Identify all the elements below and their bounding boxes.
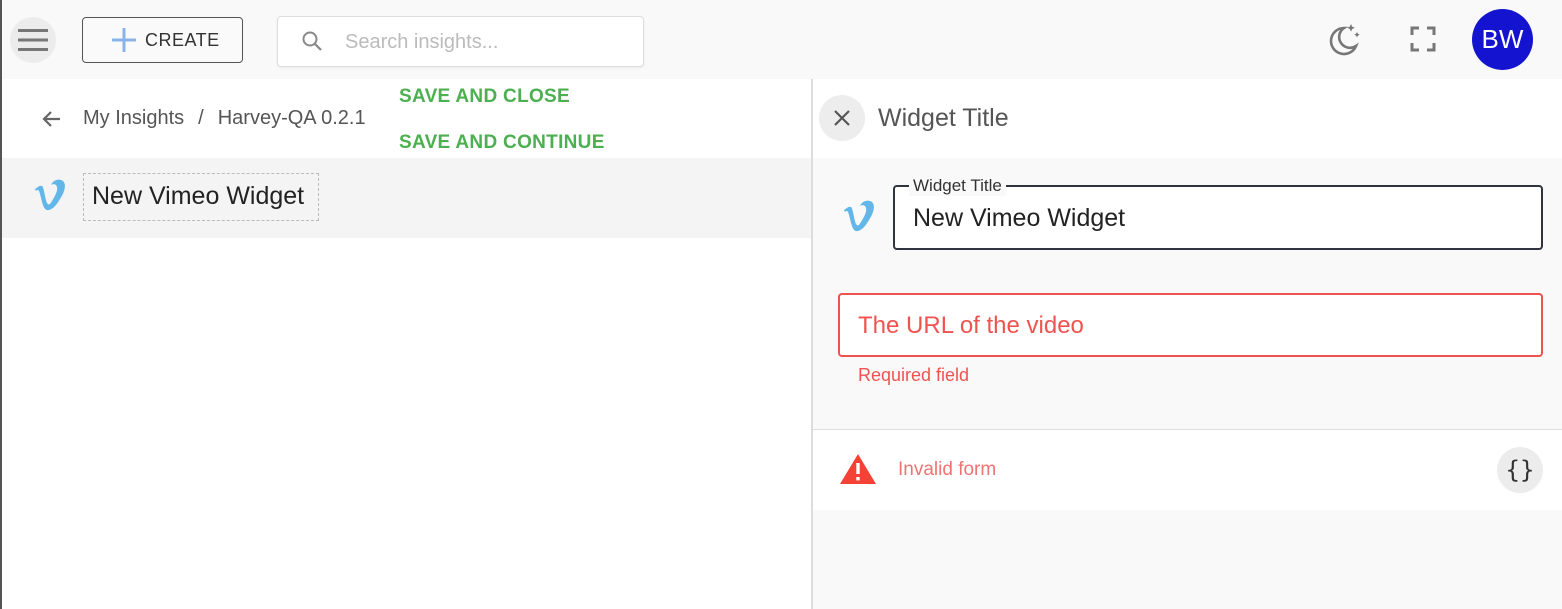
url-error-message: Required field <box>858 365 970 385</box>
form-status-text: Invalid form <box>898 459 997 480</box>
search-input[interactable] <box>345 27 625 57</box>
menu-button[interactable] <box>10 17 56 63</box>
close-button[interactable] <box>819 95 865 141</box>
widget-list-item[interactable]: New Vimeo Widget <box>2 158 811 238</box>
breadcrumb-insight-name: Harvey-QA 0.2.1 <box>217 107 366 129</box>
save-and-close-button[interactable]: SAVE AND CLOSE <box>399 86 570 108</box>
json-view-button[interactable]: {} <box>1497 447 1543 493</box>
braces-icon: {} <box>1505 456 1535 484</box>
video-url-input[interactable] <box>858 311 1518 341</box>
settings-title: Widget Title <box>878 104 1009 132</box>
breadcrumb-bar: My Insights / Harvey-QA 0.2.1 SAVE AND C… <box>2 79 811 158</box>
breadcrumb: My Insights / Harvey-QA 0.2.1 <box>83 107 366 130</box>
widget-title-input[interactable] <box>913 203 1513 233</box>
settings-header: Widget Title <box>813 79 1562 158</box>
top-bar: CREATE BW <box>2 0 1562 79</box>
video-url-field <box>838 293 1543 357</box>
search-box[interactable] <box>277 16 644 67</box>
breadcrumb-separator: / <box>198 107 204 129</box>
close-icon <box>834 110 850 126</box>
avatar-initials: BW <box>1481 24 1524 54</box>
plus-icon <box>112 28 136 52</box>
warning-icon <box>840 454 876 484</box>
app-frame: CREATE BW <box>0 0 1562 609</box>
moon-stars-icon[interactable] <box>1324 20 1362 58</box>
back-arrow-icon[interactable] <box>40 107 64 131</box>
insight-editor-pane: My Insights / Harvey-QA 0.2.1 SAVE AND C… <box>2 79 811 609</box>
widget-title-label[interactable]: New Vimeo Widget <box>83 173 320 221</box>
create-label: CREATE <box>145 29 220 50</box>
form-status-bar: Invalid form {} <box>813 430 1562 510</box>
menu-icon <box>18 29 48 51</box>
create-button[interactable]: CREATE <box>82 17 243 63</box>
save-and-continue-button[interactable]: SAVE AND CONTINUE <box>399 132 605 154</box>
widget-title-field: Widget Title <box>893 176 1543 250</box>
fullscreen-icon[interactable] <box>1408 24 1438 54</box>
breadcrumb-my-insights[interactable]: My Insights <box>83 107 184 130</box>
vimeo-icon <box>35 179 65 211</box>
settings-form: Widget Title Required field <box>813 158 1562 428</box>
widget-settings-pane: Widget Title Widget Title Required field <box>813 79 1562 609</box>
vimeo-icon <box>844 200 874 232</box>
search-icon <box>302 31 322 51</box>
widget-title-field-label: Widget Title <box>909 176 1006 196</box>
avatar[interactable]: BW <box>1472 9 1533 70</box>
